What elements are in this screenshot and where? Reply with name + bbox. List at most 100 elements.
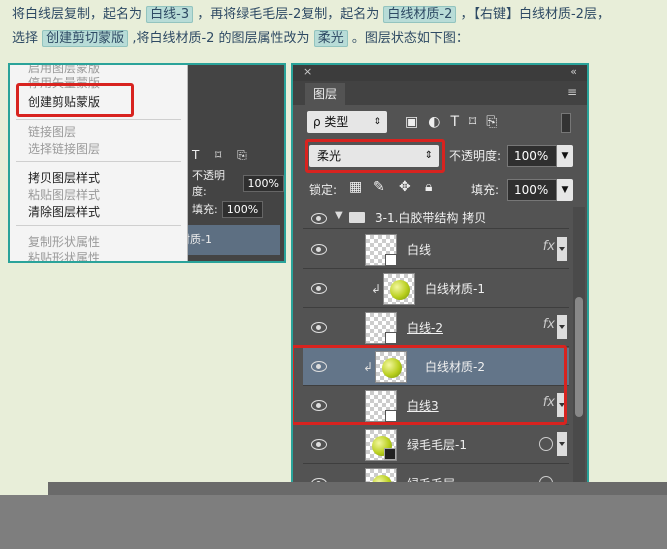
eye-icon[interactable] [311, 241, 327, 257]
group-name: 3-1.白胶带结构 拷贝 [375, 211, 487, 225]
panel-tabs: 图层 ≡ [293, 81, 587, 105]
layer-thumbnail [365, 312, 397, 344]
context-menu-screenshot: T ⌑ ⎘ 不透明度: 100% 填充: 100% 复材质-1 启用图层蒙版 停… [8, 63, 286, 263]
filter-kind-label: ρ 类型 [313, 115, 349, 129]
filter-icons[interactable]: ▣◐T⌑⎘ [405, 111, 507, 133]
lock-transparent-icon[interactable]: ▦ [349, 179, 362, 195]
bottom-overlay [48, 482, 667, 496]
shape-badge-icon [385, 332, 397, 344]
eye-icon[interactable] [311, 280, 327, 296]
eye-icon[interactable] [311, 436, 327, 452]
smart-object-filter-icon[interactable]: ⎘ [486, 114, 507, 130]
menu-item-paste-layer-style[interactable]: 粘贴图层样式 [28, 186, 100, 203]
folder-icon [349, 212, 365, 223]
adjustment-filter-icon[interactable]: ◐ [428, 114, 450, 130]
menu-item-select-linked-layers[interactable]: 选择链接图层 [28, 140, 100, 157]
clipping-arrow-icon: ↲ [371, 282, 382, 296]
smart-filter-icon[interactable] [539, 437, 553, 451]
layer-group-row[interactable]: ▼ 3-1.白胶带结构 拷贝 [303, 207, 569, 229]
filter-kind-select[interactable]: ρ 类型 ⇕ [307, 111, 387, 133]
layer-row[interactable]: 绿毛毛层-1 [303, 426, 569, 464]
image-filter-icon[interactable]: ▣ [405, 114, 428, 130]
eye-icon[interactable] [311, 319, 327, 335]
menu-item-clear-layer-style[interactable]: 清除图层样式 [28, 203, 100, 220]
scrollbar-thumb[interactable] [575, 297, 583, 417]
highlight-box [305, 139, 445, 173]
highlight-tag: 白线-3 [146, 6, 194, 23]
menu-separator [16, 225, 181, 226]
fill-label: 填充: [471, 183, 500, 197]
lock-row: 锁定: ▦ ✎ ✥ 🔒︎ 填充: 100% ▼ [293, 179, 587, 203]
shape-filter-icon[interactable]: ⌑ [469, 114, 486, 130]
instruction-text: 将白线层复制，起名为 [12, 7, 143, 22]
instruction-text: 。图层状态如下图： [351, 31, 469, 46]
collapse-icon[interactable]: « [570, 65, 577, 78]
shape-badge-icon [385, 254, 397, 266]
layer-thumbnail [383, 273, 415, 305]
fill-value[interactable]: 100% [221, 200, 264, 218]
layer-thumbnail [365, 234, 397, 266]
type-filter-icon[interactable]: T [450, 114, 469, 130]
layer-name: 白线 [407, 243, 432, 257]
eye-icon[interactable] [311, 210, 327, 226]
fx-icon[interactable]: fx [543, 239, 555, 254]
lock-brush-icon[interactable]: ✎ [373, 179, 385, 195]
highlight-box [16, 83, 134, 117]
layer-row[interactable]: 白线 fx [303, 231, 569, 269]
layers-panel-screenshot: × « 图层 ≡ ρ 类型 ⇕ ▣◐T⌑⎘ 柔光 ⇕ 不透明度: 100% ▼ … [291, 63, 589, 488]
highlight-tag: 创建剪切蒙版 [42, 30, 129, 47]
filter-toggle[interactable] [561, 113, 571, 133]
chevron-down-icon[interactable]: ▼ [557, 179, 573, 201]
chevron-down-icon[interactable]: ▼ [335, 210, 343, 221]
instruction-text: ,将白线材质-2 的图层属性改为 [132, 31, 310, 46]
chevron-updown-icon: ⇕ [373, 117, 381, 127]
bottom-overlay [0, 495, 667, 549]
layer-thumbnail [365, 429, 397, 461]
tab-layers[interactable]: 图层 [305, 83, 346, 105]
instruction-text: ，【右键】白线材质-2层， [460, 7, 610, 22]
menu-item-paste-shape-attributes[interactable]: 粘贴形状属性 [28, 249, 100, 261]
layer-name: 白线材质-1 [425, 282, 485, 296]
menu-separator [16, 119, 181, 120]
menu-item-copy-layer-style[interactable]: 拷贝图层样式 [28, 169, 100, 186]
smart-object-badge-icon [384, 448, 396, 460]
expand-effects-icon[interactable] [557, 315, 567, 339]
expand-effects-icon[interactable] [557, 237, 567, 261]
layer-name: 白线-2 [407, 321, 443, 335]
layer-row[interactable]: 白线-2 fx [303, 309, 569, 347]
layer-name: 绿毛毛层-1 [407, 438, 467, 452]
layer-row[interactable]: ↲ 白线材质-1 [303, 270, 569, 308]
panel-menu-icon[interactable]: ≡ [567, 85, 577, 99]
filter-row: ρ 类型 ⇕ ▣◐T⌑⎘ [293, 111, 587, 137]
close-icon[interactable]: × [303, 65, 312, 78]
menu-item-link-layers[interactable]: 链接图层 [28, 123, 76, 140]
highlight-tag: 柔光 [313, 30, 348, 47]
lock-label: 锁定: [309, 183, 338, 197]
panel-titlebar: × « [293, 65, 587, 81]
fill-label: 填充: [192, 203, 218, 216]
instruction-line-2: 选择 创建剪切蒙版 ,将白线材质-2 的图层属性改为 柔光 。图层状态如下图： [12, 28, 469, 50]
menu-item-copy-shape-attributes[interactable]: 复制形状属性 [28, 233, 100, 250]
opacity-label: 不透明度: [449, 149, 502, 163]
menu-separator [16, 161, 181, 162]
instruction-line-1: 将白线层复制，起名为 白线-3 ，再将绿毛毛层-2复制，起名为 白线材质-2 ，… [12, 4, 610, 26]
opacity-input[interactable]: 100% [507, 145, 557, 167]
lock-all-icon[interactable]: 🔒︎ [425, 179, 432, 195]
green-ball-icon [390, 280, 410, 300]
highlight-box [293, 345, 567, 425]
instruction-text: 选择 [12, 31, 39, 46]
opacity-value[interactable]: 100% [242, 174, 284, 192]
highlight-tag: 白线材质-2 [383, 6, 457, 23]
chevron-down-icon[interactable]: ▼ [557, 145, 573, 167]
opacity-label: 不透明度: [192, 169, 225, 198]
fill-row: 填充: 100% [188, 197, 284, 221]
instruction-text: ，再将绿毛毛层-2复制，起名为 [197, 7, 380, 22]
expand-effects-icon[interactable] [557, 432, 567, 456]
selected-layer-row[interactable]: 复材质-1 [168, 225, 280, 255]
fill-input[interactable]: 100% [507, 179, 557, 201]
lock-move-icon[interactable]: ✥ [399, 179, 411, 195]
filter-icons-row: T ⌑ ⎘ [192, 147, 253, 162]
fx-icon[interactable]: fx [543, 317, 555, 332]
opacity-row: 不透明度: 100% [188, 169, 284, 198]
layers-scrollbar[interactable] [573, 207, 585, 486]
